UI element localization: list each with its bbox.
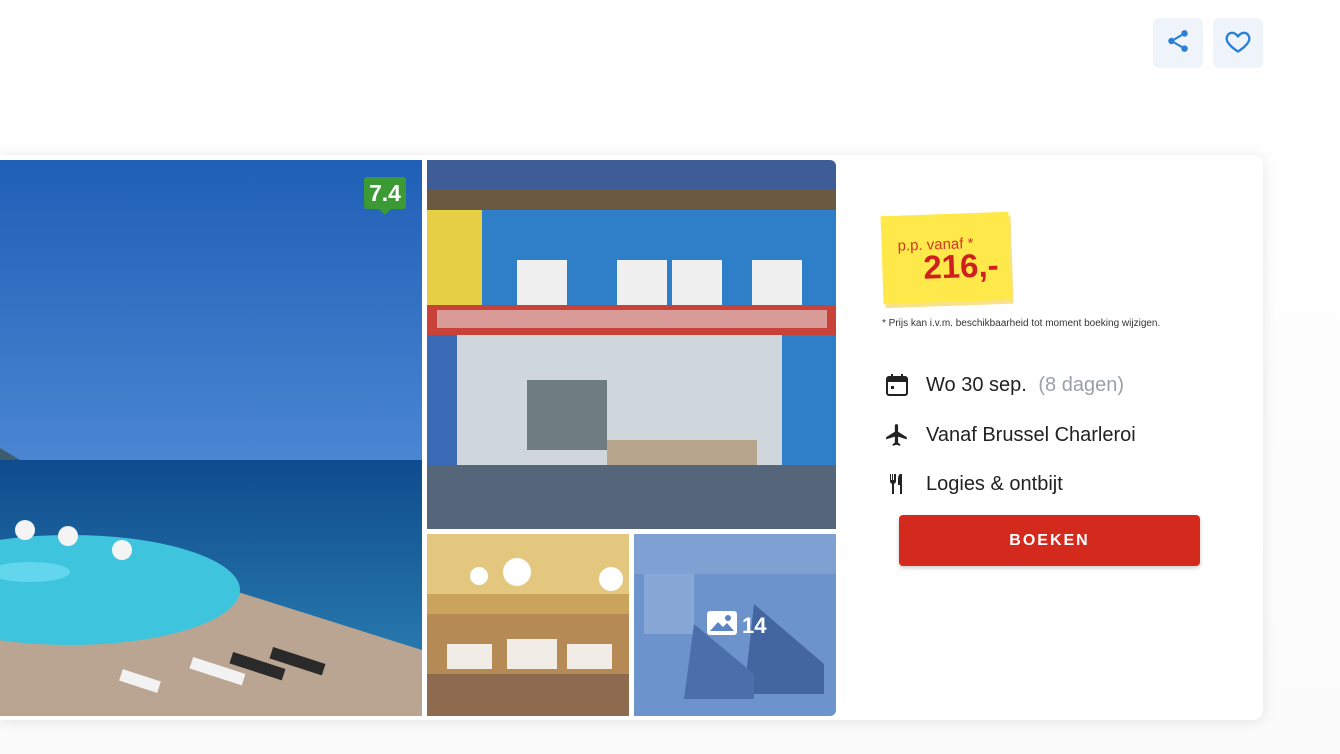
departure-airport: Vanaf Brussel Charleroi bbox=[926, 423, 1136, 446]
heart-icon bbox=[1224, 27, 1252, 60]
departure-row: Vanaf Brussel Charleroi bbox=[884, 422, 1136, 448]
share-icon bbox=[1165, 28, 1191, 59]
board-type: Logies & ontbijt bbox=[926, 472, 1063, 495]
rating-badge: 7.4 bbox=[364, 177, 406, 215]
fork-knife-icon bbox=[884, 471, 910, 497]
top-actions bbox=[1153, 18, 1263, 68]
departure-date: Wo 30 sep. bbox=[926, 373, 1027, 396]
book-button[interactable]: BOEKEN bbox=[899, 515, 1200, 566]
price-note: * Prijs kan i.v.m. beschikbaarheid tot m… bbox=[882, 318, 1161, 329]
date-row: Wo 30 sep. (8 dagen) bbox=[884, 372, 1124, 398]
calendar-icon bbox=[884, 372, 910, 398]
main-photo[interactable] bbox=[0, 160, 422, 716]
board-row: Logies & ontbijt bbox=[884, 471, 1063, 497]
photo-count-value: 14 bbox=[742, 613, 767, 638]
price-sticker: p.p. vanaf * 216,- bbox=[880, 211, 1012, 305]
airplane-icon bbox=[884, 422, 910, 448]
share-button[interactable] bbox=[1153, 18, 1203, 68]
photo-count[interactable]: 14 bbox=[706, 610, 766, 642]
restaurant-photo[interactable] bbox=[427, 534, 629, 716]
hotel-front-photo[interactable] bbox=[427, 160, 836, 529]
favorite-button[interactable] bbox=[1213, 18, 1263, 68]
trip-duration: (8 dagen) bbox=[1038, 373, 1124, 396]
image-icon bbox=[706, 610, 738, 642]
price-value: 216,- bbox=[922, 246, 1000, 286]
